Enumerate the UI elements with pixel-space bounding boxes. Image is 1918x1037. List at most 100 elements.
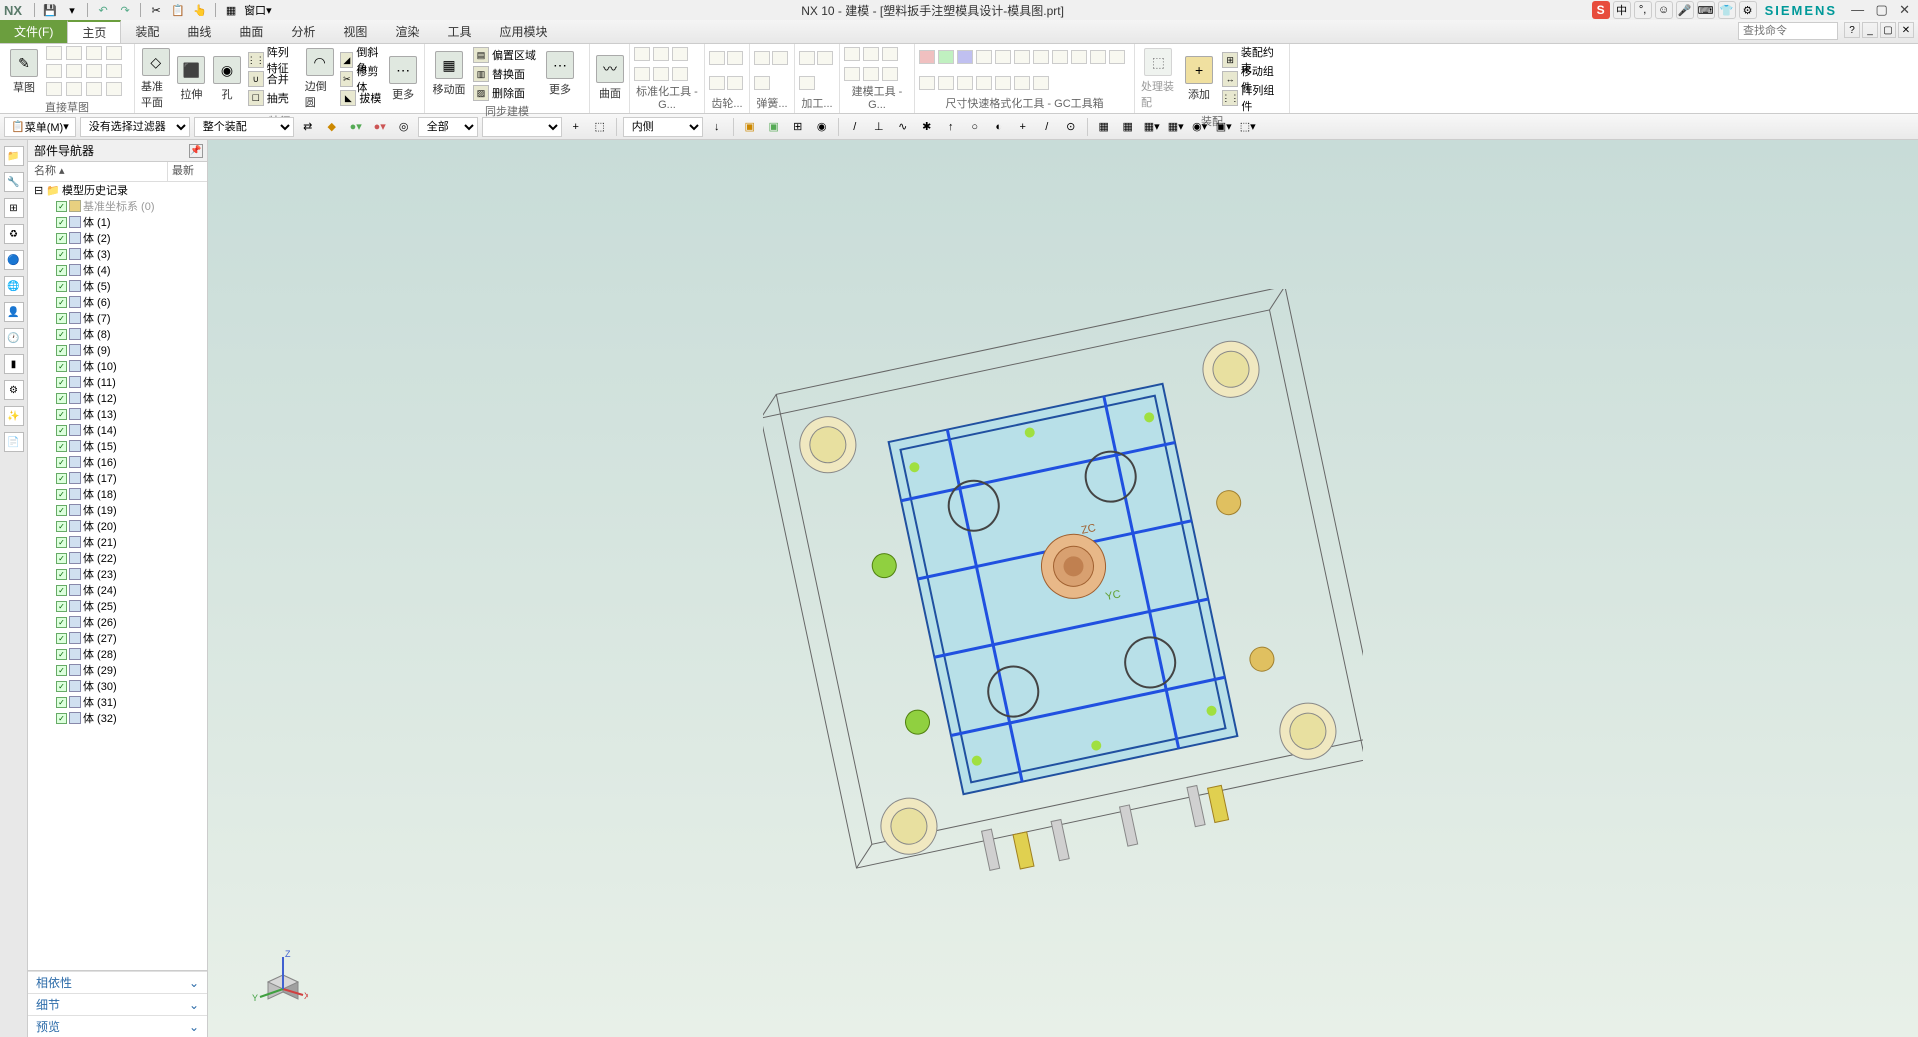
gear-tool-4[interactable] xyxy=(727,76,743,90)
pattern-button[interactable]: ⋮⋮阵列特征 xyxy=(246,51,301,69)
filter-select[interactable]: 没有选择过滤器 xyxy=(80,117,190,137)
model-tool-3[interactable] xyxy=(882,47,898,61)
reuse-icon[interactable]: ♻ xyxy=(4,224,24,244)
tab-home[interactable]: 主页 xyxy=(67,20,121,43)
dim-tool-5[interactable] xyxy=(995,50,1011,64)
offset-region-button[interactable]: ▤偏置区域 xyxy=(471,46,538,64)
dropdown-icon[interactable]: ▾ xyxy=(63,1,81,19)
snap-icon-1[interactable]: / xyxy=(845,117,865,137)
spring-tool-2[interactable] xyxy=(772,51,788,65)
std-tool-2[interactable] xyxy=(653,47,669,61)
feature-more-button[interactable]: ⋯更多 xyxy=(386,54,420,104)
close-icon[interactable]: ✕ xyxy=(1899,2,1910,17)
constraint-nav-icon[interactable]: ⊞ xyxy=(4,198,24,218)
redo-icon[interactable]: ↷ xyxy=(116,1,134,19)
snap-icon-4[interactable]: ✱ xyxy=(917,117,937,137)
tree-body-16[interactable]: ✓ 体 (16) xyxy=(28,454,207,470)
menu-button[interactable]: 📋 菜单(M) ▾ xyxy=(4,117,76,137)
dim-tool-11[interactable] xyxy=(1109,50,1125,64)
tree-body-4[interactable]: ✓ 体 (4) xyxy=(28,262,207,278)
asm-nav-icon[interactable]: 🔧 xyxy=(4,172,24,192)
tree-body-22[interactable]: ✓ 体 (22) xyxy=(28,550,207,566)
more-sketch-tool[interactable] xyxy=(106,82,122,96)
tree-body-25[interactable]: ✓ 体 (25) xyxy=(28,598,207,614)
tree-body-2[interactable]: ✓ 体 (2) xyxy=(28,230,207,246)
model-tree[interactable]: ⊟ 📁 模型历史记录✓ 基准坐标系 (0)✓ 体 (1)✓ 体 (2)✓ 体 (… xyxy=(28,182,207,970)
tree-body-7[interactable]: ✓ 体 (7) xyxy=(28,310,207,326)
tree-csys[interactable]: ✓ 基准坐标系 (0) xyxy=(28,198,207,214)
doc-minimize-icon[interactable]: _ xyxy=(1862,22,1878,38)
extrude-button[interactable]: ⬛拉伸 xyxy=(175,54,209,104)
inner-select[interactable]: 内侧 xyxy=(623,117,703,137)
tree-body-30[interactable]: ✓ 体 (30) xyxy=(28,678,207,694)
tree-body-20[interactable]: ✓ 体 (20) xyxy=(28,518,207,534)
process-asm-button[interactable]: ⬚处理装配 xyxy=(1139,46,1178,112)
opt-icon-1[interactable]: ⇄ xyxy=(298,117,318,137)
tab-curve[interactable]: 曲线 xyxy=(173,20,225,43)
pin-icon[interactable]: 📌 xyxy=(189,144,203,158)
cut-icon[interactable]: ✂ xyxy=(147,1,165,19)
delete-face-button[interactable]: ▨删除面 xyxy=(471,84,538,102)
col-new[interactable]: 最新 xyxy=(168,162,207,181)
ray-icon[interactable]: ✨ xyxy=(4,406,24,426)
hole-button[interactable]: ◉孔 xyxy=(210,54,244,104)
offset-tool[interactable] xyxy=(86,82,102,96)
window-list-icon[interactable]: ▦ xyxy=(222,1,240,19)
dim-tool-6[interactable] xyxy=(1014,50,1030,64)
tree-body-6[interactable]: ✓ 体 (6) xyxy=(28,294,207,310)
opt-icon-4[interactable]: ●▾ xyxy=(370,117,390,137)
gear-tool-1[interactable] xyxy=(709,51,725,65)
snap-icon-7[interactable]: ◐ xyxy=(989,117,1009,137)
mach-tool-2[interactable] xyxy=(817,51,833,65)
std-tool-3[interactable] xyxy=(672,47,688,61)
minimize-icon[interactable]: — xyxy=(1851,2,1864,17)
hd3d-icon[interactable]: 🔵 xyxy=(4,250,24,270)
dim-tool-8[interactable] xyxy=(1052,50,1068,64)
disp-icon-1[interactable]: ▦ xyxy=(1094,117,1114,137)
scope2-select[interactable] xyxy=(482,117,562,137)
mach-tool-3[interactable] xyxy=(799,76,815,90)
dim-tool-2[interactable] xyxy=(938,50,954,64)
tree-body-26[interactable]: ✓ 体 (26) xyxy=(28,614,207,630)
ime-s-icon[interactable]: S xyxy=(1592,1,1610,19)
tab-analysis[interactable]: 分析 xyxy=(277,20,329,43)
tree-body-19[interactable]: ✓ 体 (19) xyxy=(28,502,207,518)
ime-keyboard-icon[interactable]: ⌨ xyxy=(1697,1,1715,19)
disp-icon-5[interactable]: ◉▾ xyxy=(1190,117,1210,137)
spline-tool[interactable] xyxy=(66,64,82,78)
sketch-button[interactable]: ✎草图 xyxy=(4,47,44,97)
tree-body-29[interactable]: ✓ 体 (29) xyxy=(28,662,207,678)
tree-body-17[interactable]: ✓ 体 (17) xyxy=(28,470,207,486)
rect-tool[interactable] xyxy=(66,46,82,60)
dim-tool-17[interactable] xyxy=(1014,76,1030,90)
fillet-tool[interactable] xyxy=(46,82,62,96)
3d-viewport[interactable]: ZC YC X Y Z xyxy=(208,140,1918,1037)
disp-icon-4[interactable]: ▦▾ xyxy=(1166,117,1186,137)
save-icon[interactable]: 💾 xyxy=(41,1,59,19)
tree-body-5[interactable]: ✓ 体 (5) xyxy=(28,278,207,294)
tab-render[interactable]: 渲染 xyxy=(381,20,433,43)
model-tool-5[interactable] xyxy=(863,67,879,81)
view-triad[interactable]: X Y Z xyxy=(248,947,308,1007)
polygon-tool[interactable] xyxy=(86,64,102,78)
datum-button[interactable]: ◇基准平面 xyxy=(139,46,173,112)
tree-body-14[interactable]: ✓ 体 (14) xyxy=(28,422,207,438)
touch-icon[interactable]: 👆 xyxy=(191,1,209,19)
tree-body-31[interactable]: ✓ 体 (31) xyxy=(28,694,207,710)
tree-body-21[interactable]: ✓ 体 (21) xyxy=(28,534,207,550)
view-icon-1[interactable]: ▣ xyxy=(740,117,760,137)
dim-tool-1[interactable] xyxy=(919,50,935,64)
snap-icon-8[interactable]: + xyxy=(1013,117,1033,137)
dim-tool-15[interactable] xyxy=(976,76,992,90)
array-component-button[interactable]: ⋮⋮阵列组件 xyxy=(1220,89,1285,107)
tab-assembly[interactable]: 装配 xyxy=(121,20,173,43)
std-tool-6[interactable] xyxy=(672,67,688,81)
section-preview[interactable]: 预览⌄ xyxy=(28,1015,207,1037)
surface-button[interactable]: 〰曲面 xyxy=(594,53,626,103)
dim-tool-16[interactable] xyxy=(995,76,1011,90)
tree-body-15[interactable]: ✓ 体 (15) xyxy=(28,438,207,454)
history-icon[interactable]: 🕐 xyxy=(4,328,24,348)
model-tool-6[interactable] xyxy=(882,67,898,81)
snap-icon-2[interactable]: ⊥ xyxy=(869,117,889,137)
tree-body-3[interactable]: ✓ 体 (3) xyxy=(28,246,207,262)
